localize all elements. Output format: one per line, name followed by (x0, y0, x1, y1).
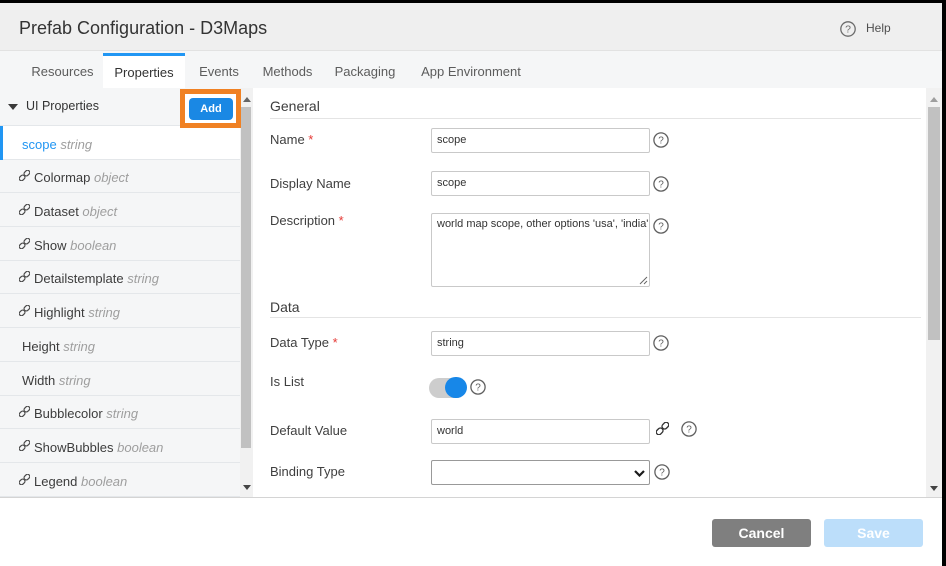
svg-text:?: ? (845, 24, 851, 36)
svg-text:?: ? (686, 424, 692, 435)
svg-text:?: ? (658, 222, 664, 233)
svg-text:?: ? (658, 339, 664, 350)
svg-text:?: ? (475, 382, 481, 393)
svg-text:?: ? (658, 179, 664, 190)
svg-text:?: ? (658, 136, 664, 147)
svg-text:?: ? (659, 468, 665, 479)
